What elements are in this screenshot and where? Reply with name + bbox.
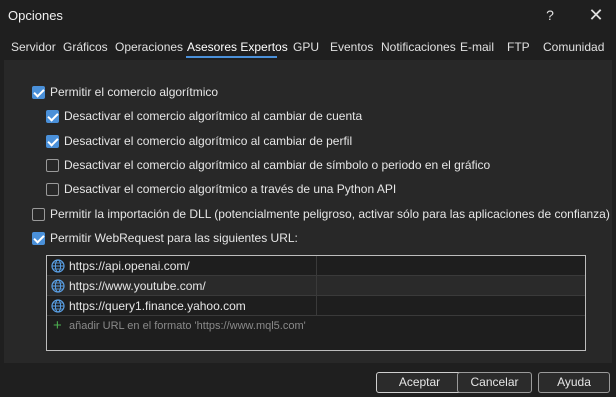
active-tab-indicator (186, 56, 277, 58)
option-disable-on-account-change[interactable]: Desactivar el comercio algorítmico al ca… (46, 108, 362, 124)
checkbox[interactable] (46, 182, 59, 196)
add-url-row[interactable]: + añadir URL en el formato 'https://www.… (47, 316, 585, 336)
url-list: https://api.openai.com/ https://www.yout… (46, 255, 586, 351)
tab-ftp[interactable]: FTP (507, 40, 530, 54)
option-label: Desactivar el comercio algorítmico al ca… (64, 158, 491, 172)
url-row[interactable]: https://api.openai.com/ (47, 256, 585, 276)
checkbox[interactable] (32, 231, 45, 245)
accept-button[interactable]: Aceptar (376, 372, 463, 393)
tab-eventos[interactable]: Eventos (330, 40, 373, 54)
column-separator (316, 256, 317, 275)
checkbox[interactable] (32, 207, 45, 221)
tab-gpu[interactable]: GPU (293, 40, 319, 54)
help-button[interactable]: Ayuda (538, 372, 610, 393)
option-label: Desactivar el comercio algorítmico al ca… (64, 134, 353, 148)
option-allow-dll-import[interactable]: Permitir la importación de DLL (potencia… (32, 206, 610, 222)
checkbox[interactable] (46, 109, 59, 123)
url-text: https://www.youtube.com/ (69, 279, 206, 293)
window-title: Opciones (8, 8, 63, 23)
checkbox[interactable] (32, 85, 45, 99)
close-icon[interactable]: ✕ (576, 0, 616, 30)
add-url-placeholder: añadir URL en el formato 'https://www.mq… (69, 320, 306, 332)
column-separator (316, 296, 317, 315)
option-allow-algo-trading[interactable]: Permitir el comercio algorítmico (32, 84, 218, 100)
option-label: Permitir el comercio algorítmico (50, 85, 219, 99)
tab-comunidad[interactable]: Comunidad (543, 40, 604, 54)
option-label: Desactivar el comercio algorítmico a tra… (64, 182, 397, 196)
globe-icon (51, 279, 65, 293)
option-label: Permitir la importación de DLL (potencia… (50, 207, 610, 221)
checkbox[interactable] (46, 134, 59, 148)
checkbox[interactable] (46, 158, 59, 172)
url-text: https://query1.finance.yahoo.com (69, 299, 246, 313)
tab-bar: Servidor Gráficos Operaciones Asesores E… (0, 38, 616, 58)
option-disable-on-symbol-change[interactable]: Desactivar el comercio algorítmico al ca… (46, 157, 490, 173)
tab-operaciones[interactable]: Operaciones (115, 40, 183, 54)
tab-asesores-expertos[interactable]: Asesores Expertos (187, 40, 288, 54)
url-row[interactable]: https://query1.finance.yahoo.com (47, 296, 585, 316)
title-bar: Opciones ? ✕ (0, 0, 616, 30)
url-text: https://api.openai.com/ (69, 259, 190, 273)
tab-servidor[interactable]: Servidor (11, 40, 56, 54)
plus-icon[interactable]: + (53, 317, 62, 334)
column-separator (316, 276, 317, 295)
option-label: Permitir WebRequest para las siguientes … (50, 231, 298, 245)
cancel-button[interactable]: Cancelar (457, 372, 532, 393)
tab-graficos[interactable]: Gráficos (63, 40, 108, 54)
help-icon[interactable]: ? (530, 0, 570, 30)
globe-icon (51, 259, 65, 273)
url-row[interactable]: https://www.youtube.com/ (47, 276, 585, 296)
tab-notificaciones[interactable]: Notificaciones (381, 40, 456, 54)
option-label: Desactivar el comercio algorítmico al ca… (64, 109, 363, 123)
tab-email[interactable]: E-mail (460, 40, 494, 54)
option-disable-on-profile-change[interactable]: Desactivar el comercio algorítmico al ca… (46, 133, 352, 149)
globe-icon (51, 299, 65, 313)
option-disable-python-api[interactable]: Desactivar el comercio algorítmico a tra… (46, 181, 396, 197)
option-allow-webrequest[interactable]: Permitir WebRequest para las siguientes … (32, 230, 298, 246)
